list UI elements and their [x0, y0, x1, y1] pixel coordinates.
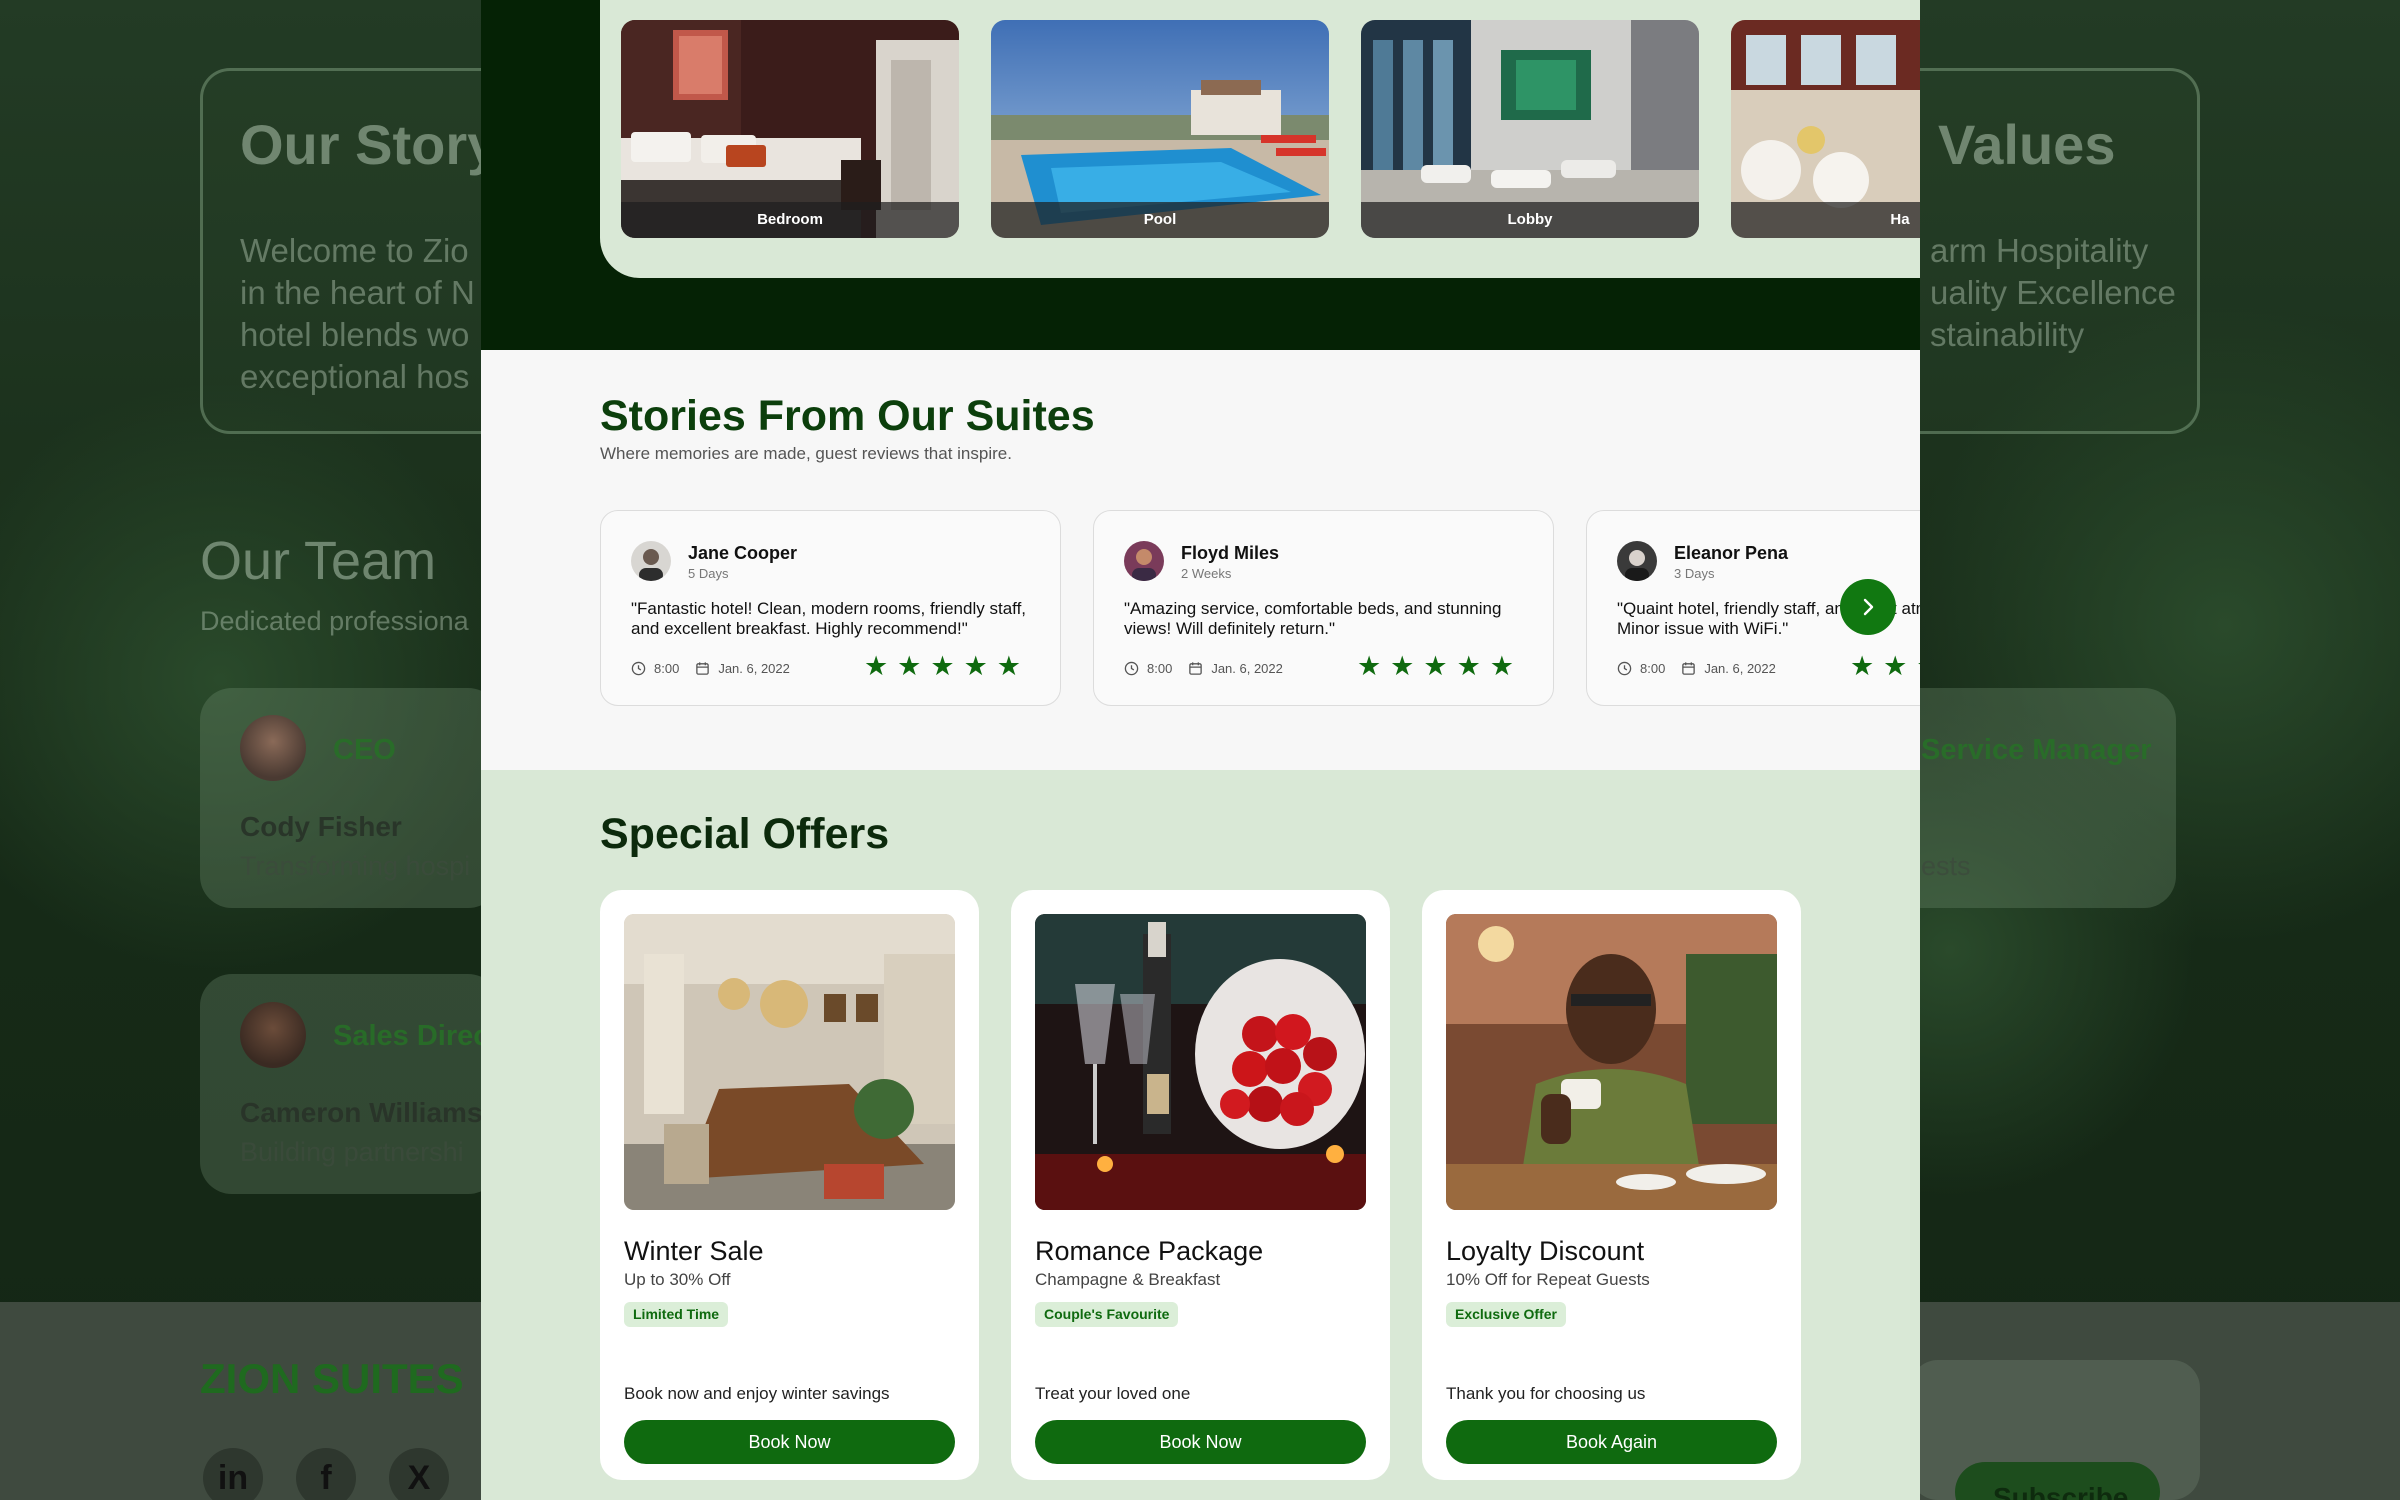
section-title: Special Offers	[600, 810, 890, 858]
facebook-icon[interactable]: f	[296, 1448, 356, 1500]
team-name: Cameron Williamso	[240, 1097, 500, 1128]
team-role: Sales Direct	[333, 1020, 500, 1052]
team-title: Our Team	[200, 531, 437, 591]
offer-image	[624, 914, 955, 1210]
offers-section: Special Offers Winter Sale Up to 30% Off…	[481, 770, 1920, 1500]
gallery-card-lobby[interactable]: Lobby	[1361, 20, 1699, 238]
reviewer-name: Eleanor Pena	[1674, 543, 1789, 563]
review-date: Jan. 6, 2022	[718, 661, 790, 676]
offer-title: Romance Package	[1035, 1236, 1264, 1266]
offer-image	[1446, 914, 1777, 1210]
book-again-button[interactable]: Book Again	[1446, 1420, 1777, 1464]
avatar	[240, 1002, 306, 1068]
clock-icon	[1617, 661, 1632, 676]
gallery-strip: Bedroom Pool Lobby Ha	[600, 0, 1920, 278]
review-card: Floyd Miles 2 Weeks "Amazing service, co…	[1093, 510, 1554, 706]
footer-brand: ZION SUITES	[200, 1355, 464, 1402]
star-rating: ★★★★★	[1356, 651, 1523, 681]
book-now-button[interactable]: Book Now	[624, 1420, 955, 1464]
linkedin-icon[interactable]: in	[203, 1448, 263, 1500]
values-item: arm Hospitality	[1930, 232, 2149, 269]
calendar-icon	[1189, 662, 1203, 675]
gallery-label: Lobby	[1361, 202, 1699, 238]
team-subtitle: Dedicated professiona	[200, 606, 469, 636]
review-date: Jan. 6, 2022	[1211, 661, 1283, 676]
story-text-line: Welcome to Zio	[240, 232, 469, 269]
offer-title: Winter Sale	[624, 1236, 764, 1266]
gallery-card-hall[interactable]: Ha	[1731, 20, 1920, 238]
avatar	[240, 715, 306, 781]
review-date: Jan. 6, 2022	[1704, 661, 1776, 676]
story-title: Our Story	[240, 113, 499, 176]
review-age: 3 Days	[1674, 566, 1715, 581]
offer-card: Romance Package Champagne & Breakfast Co…	[1011, 890, 1390, 1480]
values-item: uality Excellence	[1930, 274, 2176, 311]
gallery-label: Bedroom	[621, 202, 959, 238]
offer-subtitle: Champagne & Breakfast	[1035, 1270, 1221, 1289]
guest-coffee-photo	[1446, 914, 1777, 1210]
team-desc: ests	[1921, 851, 1971, 881]
offer-image	[1035, 914, 1366, 1210]
reviews-section: Stories From Our Suites Where memories a…	[481, 350, 1920, 770]
offer-card: Loyalty Discount 10% Off for Repeat Gues…	[1422, 890, 1801, 1480]
review-time: 8:00	[1640, 661, 1666, 676]
values-title: Values	[1938, 113, 2116, 176]
x-icon[interactable]: X	[389, 1448, 449, 1500]
team-name: Cody Fisher	[240, 811, 402, 842]
gallery-label: Ha	[1731, 202, 1920, 238]
offer-description: Book now and enjoy winter savings	[624, 1384, 890, 1403]
clock-icon	[1124, 661, 1139, 676]
clock-icon	[631, 661, 646, 676]
offer-badge: Limited Time	[624, 1302, 729, 1327]
offer-description: Thank you for choosing us	[1446, 1384, 1646, 1403]
reviewer-name: Floyd Miles	[1181, 543, 1280, 563]
offer-badge: Couple's Favourite	[1035, 1302, 1179, 1327]
story-text-line: in the heart of N	[240, 274, 475, 311]
offer-subtitle: Up to 30% Off	[624, 1270, 731, 1289]
review-time: 8:00	[654, 661, 680, 676]
gallery-card-pool[interactable]: Pool	[991, 20, 1329, 238]
team-desc: Building partnershi	[240, 1137, 464, 1167]
review-time: 8:00	[1147, 661, 1173, 676]
subscribe-button[interactable]: Subscribe	[1955, 1462, 2160, 1500]
review-meta: 8:00 Jan. 6, 2022	[631, 661, 790, 676]
values-item: stainability	[1930, 316, 2085, 353]
book-now-button[interactable]: Book Now	[1035, 1420, 1366, 1464]
section-subtitle: Where memories are made, guest reviews t…	[600, 444, 1012, 463]
offer-card: Winter Sale Up to 30% Off Limited Time B…	[600, 890, 979, 1480]
team-role: CEO	[333, 734, 396, 766]
avatar	[1124, 541, 1164, 581]
avatar	[1617, 541, 1657, 581]
team-desc: Transforming hospi	[240, 851, 471, 881]
star-rating: ★★★★★	[1849, 651, 1920, 681]
story-text-line: exceptional hos	[240, 358, 470, 395]
calendar-icon	[696, 662, 710, 675]
calendar-icon	[1682, 662, 1696, 675]
gallery-label: Pool	[991, 202, 1329, 238]
offer-description: Treat your loved one	[1035, 1384, 1191, 1403]
review-text: "Amazing service, comfortable beds, and …	[1124, 599, 1502, 638]
review-meta: 8:00 Jan. 6, 2022	[1124, 661, 1283, 676]
review-card: Jane Cooper 5 Days "Fantastic hotel! Cle…	[600, 510, 1061, 706]
offer-subtitle: 10% Off for Repeat Guests	[1446, 1270, 1650, 1289]
offer-badge: Exclusive Offer	[1446, 1302, 1566, 1327]
review-age: 5 Days	[688, 566, 729, 581]
gallery-card-bedroom[interactable]: Bedroom	[621, 20, 959, 238]
team-role: Service Manager	[1921, 734, 2152, 766]
review-meta: 8:00 Jan. 6, 2022	[1617, 661, 1776, 676]
dining-room-photo	[624, 914, 955, 1210]
carousel-next-button[interactable]	[1840, 579, 1896, 635]
story-text-line: hotel blends wo	[240, 316, 470, 353]
content-panel: Bedroom Pool Lobby Ha Stories From Our S…	[481, 0, 1920, 1500]
avatar	[631, 541, 671, 581]
star-rating: ★★★★★	[863, 651, 1030, 681]
review-text: "Fantastic hotel! Clean, modern rooms, f…	[631, 599, 1027, 638]
roses-champagne-photo	[1035, 914, 1366, 1210]
chevron-right-icon	[1863, 598, 1874, 616]
offer-title: Loyalty Discount	[1446, 1236, 1645, 1266]
reviewer-name: Jane Cooper	[688, 543, 798, 563]
review-age: 2 Weeks	[1181, 566, 1232, 581]
section-title: Stories From Our Suites	[600, 392, 1095, 440]
gallery-section: Bedroom Pool Lobby Ha	[481, 0, 1920, 350]
